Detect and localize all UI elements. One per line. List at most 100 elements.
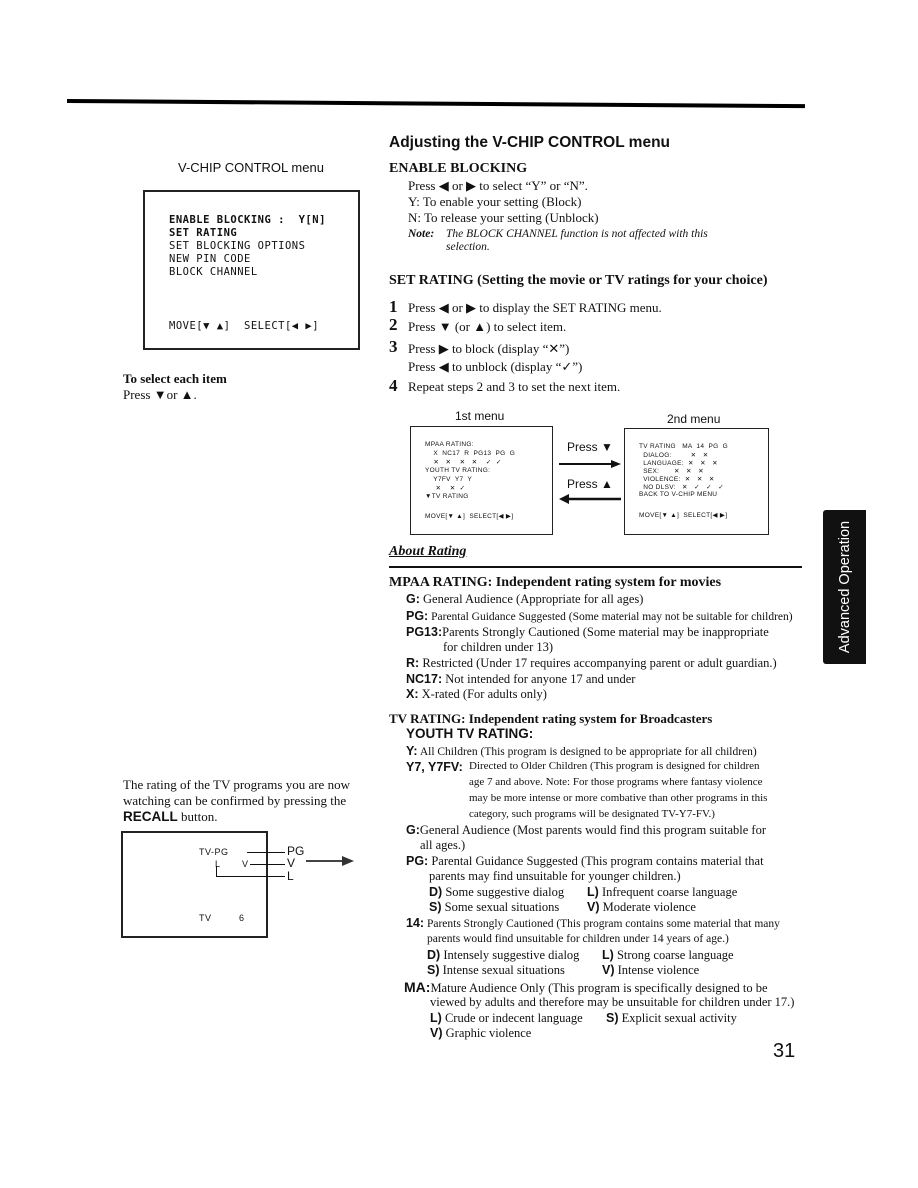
callout-label-l: L	[287, 869, 294, 883]
rating-desc-continued: parents may find unsuitable for younger …	[429, 869, 681, 883]
content-descriptor-row: S) Some sexual situations	[429, 900, 559, 915]
descriptor-key: S)	[427, 963, 440, 977]
descriptor-key: V)	[602, 963, 615, 977]
rating-key: PG:	[406, 609, 429, 623]
descriptor-desc: Intensely suggestive dialog	[440, 948, 580, 962]
pointer-arrow-icon	[306, 856, 354, 866]
rating-key: X:	[406, 687, 419, 701]
rating-desc: may be more intense or more combative th…	[469, 792, 768, 804]
second-menu-caption: 2nd menu	[667, 412, 721, 426]
first-menu-line: ✕ ✕ ✓	[425, 485, 466, 492]
rating-key: MA:	[404, 979, 431, 995]
rating-desc: Parental Guidance Suggested (This progra…	[428, 854, 764, 868]
descriptor-key: L)	[602, 948, 614, 962]
rating-desc: X-rated (For adults only)	[418, 687, 547, 701]
tv-rating-code: TV-PG	[199, 847, 229, 857]
rating-key: 14:	[406, 916, 425, 930]
rating-desc: Directed to Older Children (This program…	[469, 760, 760, 772]
enable-blocking-heading: ENABLE BLOCKING	[389, 161, 528, 176]
rating-key: R:	[406, 656, 420, 670]
recall-description: The rating of the TV programs you are no…	[123, 777, 373, 825]
callout-line-l	[216, 876, 285, 877]
first-menu-line: MPAA RATING:	[425, 441, 474, 448]
tv-rating-item: MA:Mature Audience Only (This program is…	[404, 979, 768, 996]
note-label-text: Note:	[408, 228, 435, 240]
step-number: 3	[389, 337, 398, 356]
step-text: Press ◀ or ▶ to display the SET RATING m…	[408, 300, 662, 315]
select-item-title: To select each item	[123, 371, 227, 386]
first-menu-line: YOUTH TV RATING:	[425, 467, 491, 474]
second-menu-line: VIOLENCE: ✕ ✕ ✕	[639, 476, 715, 483]
descriptor-key: L)	[430, 1011, 442, 1025]
content-descriptor-row: V) Intense violence	[602, 963, 699, 978]
content-descriptor-row: S) Intense sexual situations	[427, 963, 565, 978]
mpaa-rating-item: PG13:Parents Strongly Cautioned (Some ma…	[406, 625, 769, 640]
rating-desc: Restricted (Under 17 requires accompanyi…	[419, 656, 777, 670]
rating-desc-continued: for children under 13)	[443, 640, 554, 654]
descriptor-desc: Intense sexual situations	[439, 963, 565, 977]
step-text: Press ▶ to block (display “✕”)	[408, 341, 570, 356]
rating-desc: All Children (This program is designed t…	[417, 746, 757, 758]
press-up-label: Press ▲	[567, 477, 613, 491]
menu-line-block-channel: BLOCK CHANNEL	[169, 266, 258, 278]
tv-rating-heading: TV RATING: Independent rating system for…	[389, 711, 713, 726]
mpaa-rating-item: R: Restricted (Under 17 requires accompa…	[406, 656, 777, 671]
first-menu-line: MOVE[▼ ▲] SELECT[◀ ▶]	[425, 513, 514, 520]
vchip-menu-screen: ENABLE BLOCKING : Y[N] SET RATING SET BL…	[143, 190, 360, 350]
tv-rating-item: 14: Parents Strongly Cautioned (This pro…	[406, 916, 780, 930]
about-rating-title: About Rating	[389, 544, 467, 559]
content-descriptor-row: L) Infrequent coarse language	[587, 885, 737, 900]
rating-desc-continued: parents would find unsuitable for childr…	[427, 933, 729, 945]
descriptor-desc: Moderate violence	[599, 900, 696, 914]
second-menu-line: MOVE[▼ ▲] SELECT[◀ ▶]	[639, 512, 728, 519]
enable-blocking-line: Y: To enable your setting (Block)	[408, 194, 582, 209]
set-rating-heading: SET RATING (Setting the movie or TV rati…	[389, 273, 768, 288]
arrow-right-icon	[559, 460, 621, 468]
rating-key: G:	[406, 592, 420, 606]
rating-key: PG:	[406, 854, 429, 868]
note-text-continued: selection.	[446, 241, 490, 253]
recall-text-pre: The rating of the TV programs you are no…	[123, 777, 350, 808]
descriptor-desc: Intense violence	[614, 963, 700, 977]
step-text-continued: Press ◀ to unblock (display “✓”)	[408, 359, 583, 374]
rating-desc: Not intended for anyone 17 and under	[442, 672, 636, 686]
first-menu-caption: 1st menu	[455, 409, 505, 423]
first-menu-line: ▼TV RATING	[425, 493, 469, 500]
rating-desc: Parents Strongly Cautioned (This program…	[424, 918, 780, 930]
tv-screen-illustration: TV-PG L V TV 6	[121, 831, 268, 938]
mpaa-heading: MPAA RATING: Independent rating system f…	[389, 575, 722, 590]
youth-rating-item: Y7, Y7FV:	[406, 760, 463, 775]
tv-rating-item: PG: Parental Guidance Suggested (This pr…	[406, 854, 764, 869]
rating-desc: General Audience (Most parents would fin…	[419, 823, 766, 837]
rating-desc: age 7 and above. Note: For those program…	[469, 776, 763, 788]
rating-key: PG13:	[406, 625, 443, 639]
mpaa-rating-item: G: General Audience (Appropriate for all…	[406, 592, 643, 607]
descriptor-key: S)	[429, 900, 442, 914]
content-descriptor-row: L) Crude or indecent language	[430, 1011, 583, 1026]
mpaa-rating-item: PG: Parental Guidance Suggested (Some ma…	[406, 609, 793, 623]
descriptor-desc: Some suggestive dialog	[442, 885, 565, 899]
menu-line-new-pin-code: NEW PIN CODE	[169, 253, 251, 265]
rating-desc: Parents Strongly Cautioned (Some materia…	[442, 625, 769, 639]
tv-sub-v: V	[242, 859, 249, 869]
recall-button-label: RECALL	[123, 809, 178, 824]
top-rule	[66, 99, 805, 109]
select-item-body: Press ▼or ▲.	[123, 387, 197, 402]
press-down-label: Press ▼	[567, 440, 613, 454]
second-menu-line: LANGUAGE: ✕ ✕ ✕	[639, 460, 718, 467]
step-text: Press ▼ (or ▲) to select item.	[408, 319, 567, 334]
rating-key: G:	[406, 823, 420, 837]
mpaa-rating-item: X: X-rated (For adults only)	[406, 687, 547, 702]
rating-key: Y7, Y7FV:	[406, 760, 463, 774]
note-label: Note:	[408, 228, 434, 240]
second-menu-line: SEX: ✕ ✕ ✕	[639, 468, 704, 475]
mpaa-rating-item: NC17: Not intended for anyone 17 and und…	[406, 672, 635, 687]
rating-desc-continued: all ages.)	[420, 838, 466, 852]
youth-rating-item: Y: All Children (This program is designe…	[406, 744, 757, 758]
descriptor-key: S)	[606, 1011, 619, 1025]
second-menu-screen: TV RATING MA 14 PG G DIALOG: ✕ ✕ LANGUAG…	[624, 428, 769, 535]
first-menu-line: ✕ ✕ ✕ ✕ ✓ ✓	[425, 459, 502, 466]
step-number: 1	[389, 297, 398, 316]
menu-line-set-blocking-options: SET BLOCKING OPTIONS	[169, 240, 306, 252]
enable-blocking-line: Press ◀ or ▶ to select “Y” or “N”.	[408, 178, 588, 193]
